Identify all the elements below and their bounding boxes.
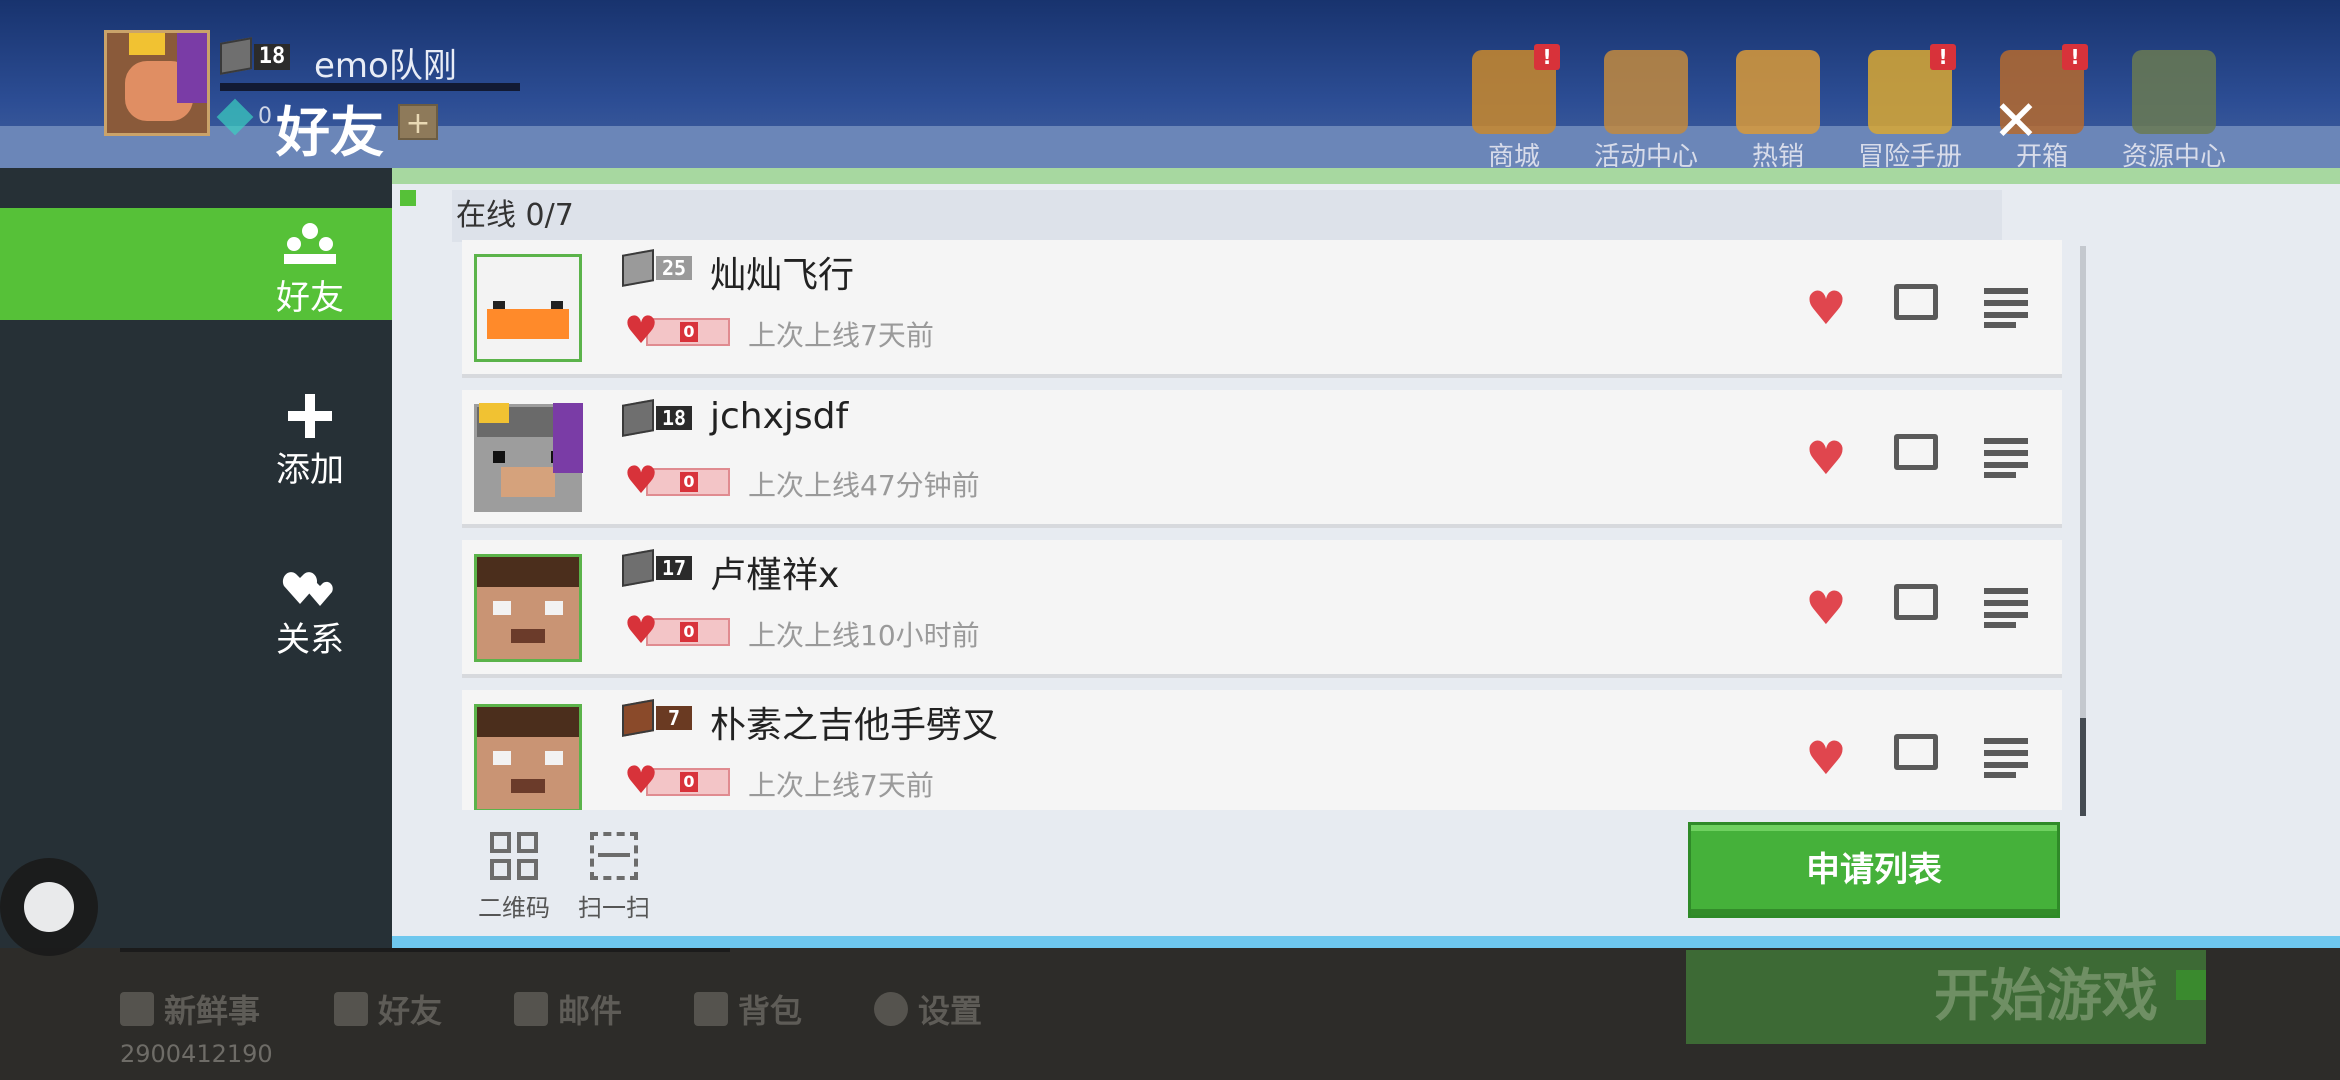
- friend-name: 朴素之吉他手劈叉: [710, 705, 999, 746]
- friends-icon: [280, 222, 340, 266]
- close-icon[interactable]: ✕: [1990, 94, 2042, 150]
- heart-icon: ♥: [624, 458, 659, 502]
- activity-center-icon: [1604, 50, 1688, 134]
- send-heart-icon[interactable]: ♥: [1796, 728, 1856, 788]
- level-cube-icon: [622, 549, 654, 587]
- level-badge: 25: [622, 249, 702, 287]
- send-heart-icon[interactable]: ♥: [1796, 278, 1856, 338]
- chat-icon[interactable]: [1894, 284, 1938, 320]
- crown-icon: [129, 33, 165, 55]
- last-seen: 上次上线10小时前: [748, 619, 980, 652]
- scrollbar-thumb[interactable]: [2080, 718, 2086, 816]
- friend-row[interactable]: 18 jchxjsdf 0 ♥ 上次上线47分钟前 ♥: [462, 390, 2062, 528]
- relationship-icon: [280, 564, 340, 608]
- friend-avatar[interactable]: [474, 704, 582, 810]
- friend-row[interactable]: 25 灿灿飞行 0 ♥ 上次上线7天前 ♥: [462, 240, 2062, 378]
- bottom-nav-backpack[interactable]: 背包: [694, 986, 802, 1032]
- menu-icon[interactable]: [1984, 738, 2028, 778]
- friend-row[interactable]: 17 卢槿祥x 0 ♥ 上次上线10小时前 ♥: [462, 540, 2062, 678]
- online-count: 在线 0/7: [456, 198, 574, 233]
- heart-icon: ♥: [624, 608, 659, 652]
- avatar[interactable]: [104, 30, 210, 136]
- bottom-nav-mail[interactable]: 邮件: [514, 986, 622, 1032]
- level-badge: 18: [220, 37, 296, 76]
- alert-badge: !: [2062, 44, 2088, 70]
- top-icon-adventure-handbook[interactable]: ! 冒险手册: [1854, 30, 1966, 168]
- sidebar-item-friends[interactable]: 好友: [0, 208, 416, 320]
- qr-code-icon: [490, 832, 538, 880]
- scan-button[interactable]: 扫一扫: [564, 832, 664, 932]
- level-cube-icon: [220, 37, 252, 75]
- chat-icon[interactable]: [1894, 584, 1938, 620]
- top-icon-resource-center[interactable]: 资源中心: [2118, 30, 2230, 168]
- bottom-nav-friends[interactable]: 好友: [334, 986, 442, 1032]
- level-number: 18: [254, 44, 290, 70]
- friend-avatar[interactable]: [474, 403, 583, 512]
- level-badge: 18: [622, 399, 702, 437]
- friend-name: 卢槿祥x: [710, 555, 840, 596]
- resource-center-icon: [2132, 50, 2216, 134]
- add-currency-button[interactable]: +: [398, 104, 438, 141]
- heart-icon: ♥: [624, 758, 659, 802]
- level-cube-icon: [622, 399, 654, 437]
- scrollbar[interactable]: [2080, 246, 2086, 816]
- top-icon-shop[interactable]: ! 商城: [1458, 30, 1570, 168]
- friend-row[interactable]: 7 朴素之吉他手劈叉 0 ♥ 上次上线7天前 ♥: [462, 690, 2062, 810]
- friend-avatar[interactable]: [474, 254, 582, 362]
- megaphone-icon: [120, 992, 154, 1026]
- floating-assist-button[interactable]: [0, 858, 98, 956]
- alert-badge: !: [1534, 44, 1560, 70]
- friend-name: 灿灿飞行: [710, 255, 855, 296]
- heart-icon: ♥: [624, 308, 659, 352]
- page-title: 好友: [276, 101, 384, 164]
- user-id: 2900412190: [120, 1040, 273, 1068]
- start-game-button[interactable]: 开始游戏: [1686, 950, 2206, 1044]
- crown-icon: [479, 403, 509, 423]
- menu-icon[interactable]: [1984, 438, 2028, 478]
- apply-list-button[interactable]: 申请列表: [1688, 822, 2060, 918]
- alert-badge: !: [1930, 44, 1956, 70]
- add-icon: [280, 394, 340, 438]
- sidebar: 好友 添加 关系: [0, 168, 416, 948]
- top-icon-bar: ! 商城 活动中心 热销 ! 冒险手册 ! 开箱 资源中心: [1458, 30, 2230, 168]
- hot-sale-icon: [1736, 50, 1820, 134]
- menu-icon[interactable]: [1984, 588, 2028, 628]
- level-badge: 7: [622, 699, 702, 737]
- backpack-icon: [694, 992, 728, 1026]
- gear-icon: [874, 992, 908, 1026]
- friend-name: jchxjsdf: [710, 396, 849, 437]
- chat-icon[interactable]: [1894, 734, 1938, 770]
- top-icon-activity-center[interactable]: 活动中心: [1590, 30, 1702, 168]
- top-header: 18 emo队刚 0 好友 + ! 商城 活动中心 热销 ! 冒险手册 ! 开箱: [0, 0, 2340, 168]
- friends-icon: [334, 992, 368, 1026]
- sidebar-item-add[interactable]: 添加: [0, 380, 392, 492]
- friend-avatar[interactable]: [474, 554, 582, 662]
- friend-list[interactable]: 25 灿灿飞行 0 ♥ 上次上线7天前 ♥ 18 jchxjsdf 0 ♥ 上次…: [462, 240, 2064, 810]
- sidebar-item-relationship[interactable]: 关系: [0, 550, 392, 662]
- bottom-nav-news[interactable]: 新鲜事: [120, 986, 260, 1032]
- send-heart-icon[interactable]: ♥: [1796, 578, 1856, 638]
- level-badge: 17: [622, 549, 702, 587]
- last-seen: 上次上线47分钟前: [748, 469, 980, 502]
- top-icon-hot-sale[interactable]: 热销: [1722, 30, 1834, 168]
- menu-icon[interactable]: [1984, 288, 2028, 328]
- level-cube-icon: [622, 249, 654, 287]
- last-seen: 上次上线7天前: [748, 769, 934, 802]
- friends-panel: 在线 0/7 25 灿灿飞行 0 ♥ 上次上线7天前 ♥ 18 jchxjsdf…: [392, 168, 2340, 948]
- bottom-nav-settings[interactable]: 设置: [874, 986, 982, 1032]
- online-bar: [452, 190, 2002, 242]
- last-seen: 上次上线7天前: [748, 319, 934, 352]
- qr-code-button[interactable]: 二维码: [464, 832, 564, 932]
- mail-icon: [514, 992, 548, 1026]
- chat-icon[interactable]: [1894, 434, 1938, 470]
- gem-value: 0: [258, 104, 272, 129]
- username: emo队刚: [314, 46, 457, 86]
- send-heart-icon[interactable]: ♥: [1796, 428, 1856, 488]
- scan-icon: [590, 832, 638, 880]
- level-cube-icon: [622, 699, 654, 737]
